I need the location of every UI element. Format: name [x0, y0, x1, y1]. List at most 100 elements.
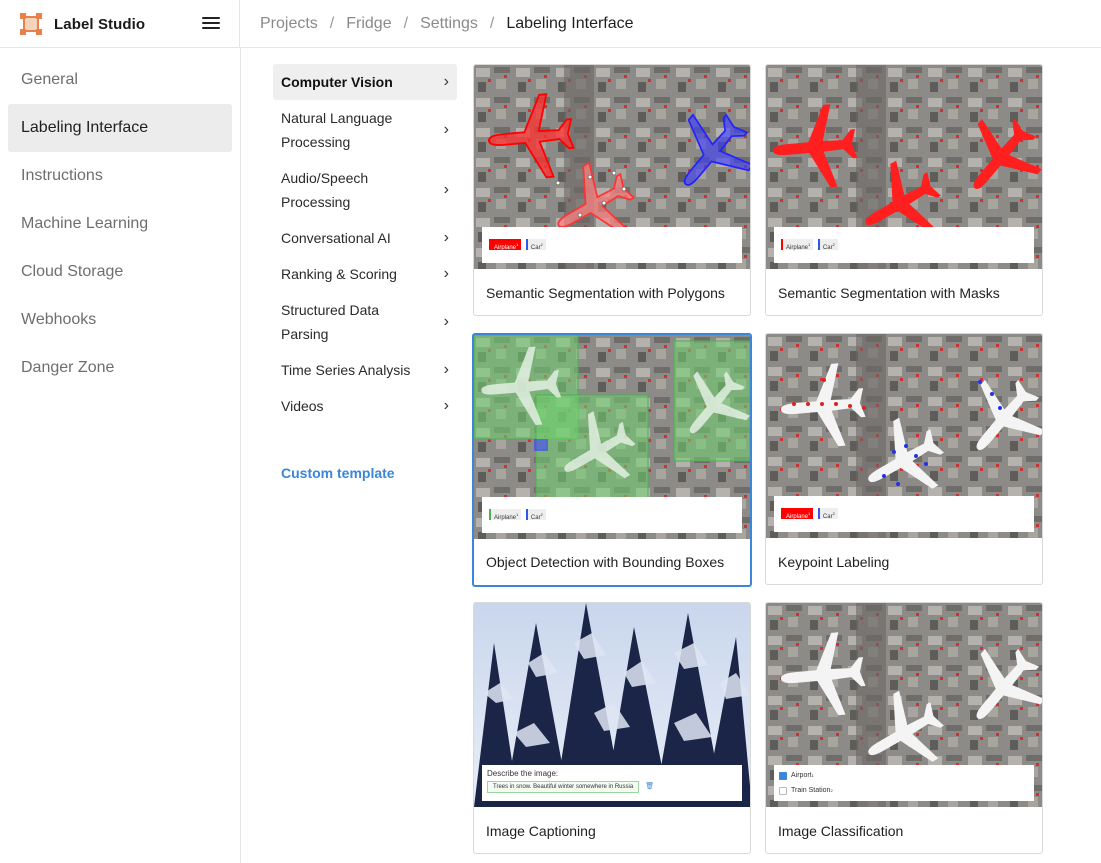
hotkey: 1	[516, 512, 519, 517]
template-card-masks[interactable]: Airplane1 Car2 Semantic Segmentation wit…	[765, 64, 1043, 316]
breadcrumb-separator: /	[489, 15, 495, 32]
hotkey: 1	[808, 511, 811, 516]
sidebar-item-danger-zone[interactable]: Danger Zone	[8, 344, 232, 392]
template-card-keypoints[interactable]: Airplane1 Car2 Keypoint Labeling	[765, 333, 1043, 585]
label-chip-car: Car2	[817, 508, 838, 520]
category-label: Natural Language Processing	[281, 110, 393, 150]
choice-airport: Airport 1	[779, 768, 1034, 783]
breadcrumb-settings[interactable]: Settings	[420, 15, 478, 33]
label-panel: Airplane1 Car2	[774, 227, 1034, 263]
category-label: Audio/Speech Processing	[281, 170, 369, 210]
label-chip-airplane: Airplane1	[489, 239, 522, 251]
caption-panel: Describe the image: Trees in snow. Beaut…	[482, 765, 742, 801]
template-category-list: Computer Vision › Natural Language Proces…	[273, 64, 457, 424]
sidebar-item-general[interactable]: General	[8, 56, 232, 104]
choices-panel: Airport 1 Train Station 2	[774, 765, 1034, 801]
label-panel: Airplane1 Car2	[482, 497, 742, 533]
label-chip-airplane: Airplane1	[781, 239, 814, 251]
category-label: Time Series Analysis	[281, 362, 411, 378]
template-card-polygons[interactable]: Airplane1 Car2 Semantic Segmentation wit…	[473, 64, 751, 316]
label-chip-car: Car2	[525, 239, 546, 251]
hotkey: 2	[832, 511, 835, 516]
breadcrumb-project[interactable]: Fridge	[346, 15, 391, 33]
hotkey: 1	[516, 242, 519, 247]
category-conversational-ai[interactable]: Conversational AI ›	[273, 220, 457, 256]
hamburger-menu-icon[interactable]	[200, 14, 222, 34]
label-chip-airplane: Airplane1	[781, 508, 814, 520]
choice-label: Train Station	[791, 787, 831, 794]
chevron-right-icon: ›	[443, 121, 449, 138]
sidebar-item-labeling-interface[interactable]: Labeling Interface	[8, 104, 232, 152]
custom-template-link[interactable]: Custom template	[281, 465, 395, 481]
label-text: Airplane	[494, 515, 517, 521]
label-text: Car	[822, 245, 833, 251]
category-videos[interactable]: Videos ›	[273, 388, 457, 424]
chevron-right-icon: ›	[443, 181, 449, 198]
category-nlp[interactable]: Natural Language Processing ›	[273, 100, 457, 160]
caption-prompt: Describe the image:	[487, 769, 559, 778]
template-title: Image Classification	[778, 823, 904, 839]
category-label: Structured Data Parsing	[281, 302, 380, 342]
hotkey: 2	[832, 242, 835, 247]
chevron-right-icon: ›	[443, 361, 449, 378]
brand[interactable]: Label Studio	[0, 0, 240, 48]
choice-label: Airport	[791, 772, 812, 779]
template-card-classification[interactable]: Airport 1 Train Station 2 Image Classifica…	[765, 602, 1043, 854]
category-label: Computer Vision	[281, 74, 393, 90]
breadcrumb-separator: /	[329, 15, 335, 32]
breadcrumb-projects[interactable]: Projects	[260, 15, 318, 33]
breadcrumb-separator: /	[403, 15, 409, 32]
sidebar-item-instructions[interactable]: Instructions	[8, 152, 232, 200]
hotkey: 2	[540, 512, 543, 517]
checkbox-icon	[779, 786, 787, 795]
category-audio-speech[interactable]: Audio/Speech Processing ›	[273, 160, 457, 220]
hotkey: 2	[540, 242, 543, 247]
chevron-right-icon: ›	[443, 265, 449, 282]
category-time-series[interactable]: Time Series Analysis ›	[273, 352, 457, 388]
breadcrumb-current: Labeling Interface	[506, 15, 634, 32]
label-chip-car: Car2	[525, 509, 546, 521]
app-name: Label Studio	[54, 15, 146, 33]
checkbox-icon	[779, 771, 787, 780]
label-text: Car	[530, 245, 541, 251]
template-card-bounding-boxes[interactable]: Airplane1 Car2 Object Detection with Bou…	[472, 333, 752, 587]
settings-sidebar: General Labeling Interface Instructions …	[0, 48, 241, 863]
category-ranking-scoring[interactable]: Ranking & Scoring ›	[273, 256, 457, 292]
trash-icon: 🗑	[645, 783, 655, 790]
category-label: Ranking & Scoring	[281, 266, 397, 282]
choice-train-station: Train Station 2	[779, 783, 1034, 798]
template-title: Semantic Segmentation with Masks	[778, 285, 1000, 301]
label-text: Airplane	[786, 245, 809, 251]
template-card-captioning[interactable]: Describe the image: Trees in snow. Beaut…	[473, 602, 751, 854]
template-title: Image Captioning	[486, 823, 596, 839]
category-label: Videos	[281, 398, 324, 414]
label-panel: Airplane1 Car2	[774, 496, 1034, 532]
top-bar: Label Studio Projects / Fridge / Setting…	[0, 0, 1101, 48]
breadcrumb: Projects / Fridge / Settings / Labeling …	[260, 0, 634, 48]
chevron-right-icon: ›	[443, 313, 449, 330]
hotkey: 1	[811, 773, 814, 778]
hotkey: 1	[808, 242, 811, 247]
label-studio-logo-icon	[20, 13, 42, 35]
label-chip-car: Car2	[817, 239, 838, 251]
template-title: Object Detection with Bounding Boxes	[486, 554, 725, 570]
label-text: Airplane	[786, 514, 809, 520]
category-computer-vision[interactable]: Computer Vision ›	[273, 64, 457, 100]
chevron-right-icon: ›	[443, 73, 449, 90]
chevron-right-icon: ›	[443, 397, 449, 414]
template-title: Keypoint Labeling	[778, 554, 890, 570]
hotkey: 2	[830, 788, 833, 793]
caption-text-field: Trees in snow. Beautiful winter somewher…	[487, 781, 640, 793]
template-title: Semantic Segmentation with Polygons	[486, 285, 725, 301]
label-chip-airplane: Airplane1	[489, 509, 522, 521]
sidebar-item-webhooks[interactable]: Webhooks	[8, 296, 232, 344]
label-text: Car	[530, 515, 541, 521]
sidebar-item-cloud-storage[interactable]: Cloud Storage	[8, 248, 232, 296]
category-label: Conversational AI	[281, 230, 391, 246]
label-text: Car	[822, 514, 833, 520]
label-text: Airplane	[494, 245, 517, 251]
label-panel: Airplane1 Car2	[482, 227, 742, 263]
category-structured-data[interactable]: Structured Data Parsing ›	[273, 292, 457, 352]
sidebar-item-machine-learning[interactable]: Machine Learning	[8, 200, 232, 248]
chevron-right-icon: ›	[443, 229, 449, 246]
